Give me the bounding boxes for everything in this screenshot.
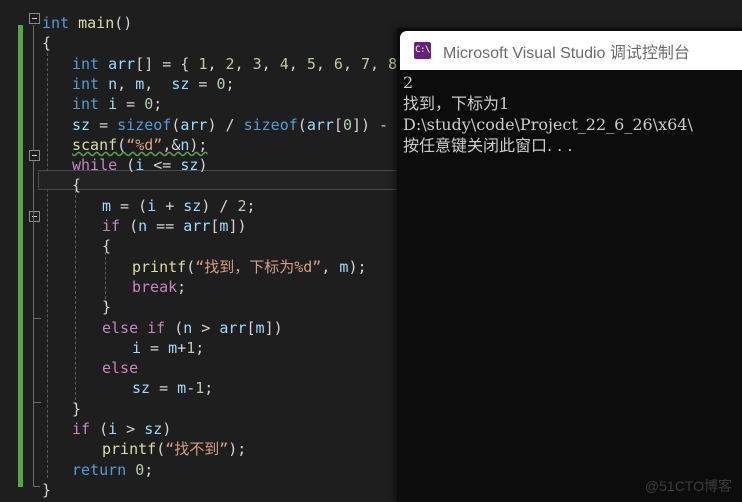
code-line[interactable]: while (i <= sz) xyxy=(72,155,207,175)
code-line[interactable]: else if (n > arr[m]) xyxy=(102,318,283,338)
code-line[interactable]: int n, m, sz = 0; xyxy=(72,74,235,94)
code-line[interactable]: return 0; xyxy=(72,460,153,480)
debug-console-window[interactable]: C:\ Microsoft Visual Studio 调试控制台 2 找到，下标… xyxy=(397,28,742,502)
console-icon-label: C:\ xyxy=(415,45,430,55)
code-line[interactable]: int i = 0; xyxy=(72,94,162,114)
code-line[interactable]: { xyxy=(72,175,81,195)
code-line[interactable]: } xyxy=(102,297,111,317)
code-line[interactable]: { xyxy=(102,236,111,256)
console-output-line: 2 xyxy=(403,73,414,92)
console-title-text: Microsoft Visual Studio 调试控制台 xyxy=(443,44,690,62)
code-line[interactable]: if (i > sz) xyxy=(72,419,171,439)
code-line[interactable]: if (n == arr[m]) xyxy=(102,216,247,236)
code-line[interactable]: sz = m-1; xyxy=(132,378,213,398)
console-output-line: D:\study\code\Project_22_6_26\x64\ xyxy=(403,115,693,134)
code-line[interactable]: printf(“找到，下标为%d”, m); xyxy=(132,257,367,277)
watermark: @51CTO博客 xyxy=(644,478,732,494)
code-line[interactable]: else xyxy=(102,358,138,378)
code-line[interactable]: int main() xyxy=(42,13,132,33)
console-title-bar[interactable]: C:\ Microsoft Visual Studio 调试控制台 xyxy=(400,31,742,70)
console-output-line: 按任意键关闭此窗口. . . xyxy=(403,136,573,155)
code-line[interactable]: m = (i + sz) / 2; xyxy=(102,196,256,216)
code-line[interactable]: sz = sizeof(arr) / sizeof(arr[0]) - 1; xyxy=(72,115,415,135)
console-output-area[interactable]: 2 找到，下标为1 D:\study\code\Project_22_6_26\x6… xyxy=(400,70,742,502)
console-app-icon: C:\ xyxy=(414,42,431,59)
code-line[interactable]: i = m+1; xyxy=(132,338,204,358)
code-line[interactable]: printf(“找不到”); xyxy=(102,439,246,459)
code-line[interactable]: } xyxy=(42,480,51,500)
code-line[interactable]: scanf(“%d”,&n); xyxy=(72,135,207,155)
console-output-line: 找到，下标为1 xyxy=(403,94,510,113)
code-line[interactable]: { xyxy=(42,33,51,53)
code-line[interactable]: } xyxy=(72,399,81,419)
code-line[interactable]: break; xyxy=(132,277,186,297)
